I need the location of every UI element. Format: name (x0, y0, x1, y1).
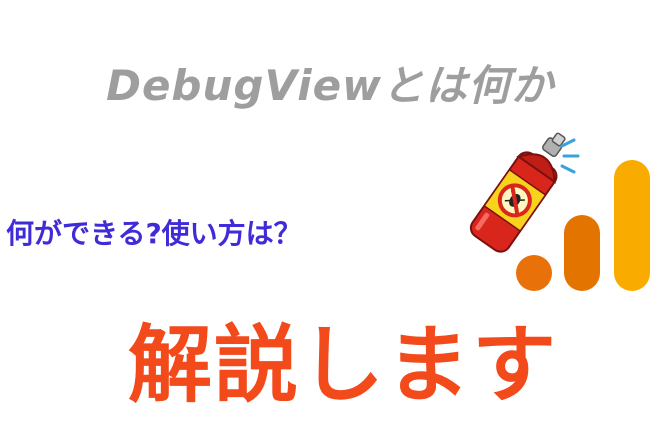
subtitle: 何ができる?使い方は？ (6, 217, 302, 250)
page-title: DebugViewとは何か (106, 61, 554, 110)
google-analytics-logo-icon (516, 160, 650, 291)
headline: 解説します (128, 316, 559, 414)
